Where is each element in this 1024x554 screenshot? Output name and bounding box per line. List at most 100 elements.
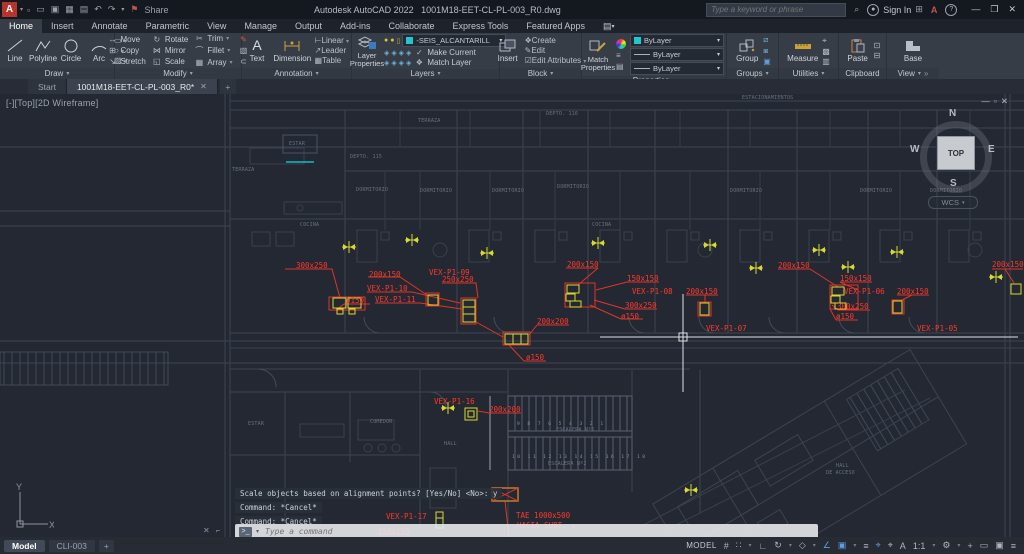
id-point-icon[interactable]: ▥ [822,57,830,66]
model-space-indicator[interactable]: MODEL [686,541,716,550]
wcs-dropdown[interactable]: WCS▾ [928,196,978,209]
command-bar-grip[interactable]: ✕ ⌐ [203,526,220,535]
color-wheel-icon[interactable] [616,39,626,49]
layer-dropdown[interactable]: -SEIS_ALCANTARILL ▾ [402,34,506,47]
block-panel-footer[interactable]: Block▾ [500,68,581,79]
groups-panel-footer[interactable]: Groups▾ [727,68,778,79]
new-layout-button[interactable]: + [99,540,114,552]
circle-tool[interactable]: Circle [58,37,84,63]
viewcube-south[interactable]: S [950,178,957,189]
array-tool[interactable]: ▦Array ▾ [194,58,232,67]
clipboard-panel-footer[interactable]: Clipboard [839,68,886,79]
workspace-gear-icon[interactable]: ⚙ [942,540,950,551]
help-icon[interactable]: ? [945,4,957,16]
trim-tool[interactable]: ✂Trim ▾ [194,34,232,43]
viewcube-east[interactable]: E [988,144,995,155]
undo-icon[interactable]: ↶ [94,4,102,15]
search-input[interactable] [706,3,846,17]
viewcube[interactable]: N W E S TOP WCS▾ [912,110,996,210]
isolate-objects-icon[interactable]: ▭ [980,540,989,551]
restore-icon[interactable]: ❐ [990,4,998,15]
stretch-tool[interactable]: ↘Stretch [107,57,145,66]
layer-freeze-icon[interactable]: ● [390,37,394,44]
dimension-tool[interactable]: Dimension [275,37,310,63]
copy-clip-icon[interactable]: ⊡ [874,41,881,50]
line-tool[interactable]: Line [2,37,28,63]
viewport-view-control[interactable]: [Top] [15,98,36,108]
model-space-canvas[interactable]: 9 8 7 6 5 4 3 2 1 10 11 12 13 14 15 16 1… [0,94,1024,537]
tab-featured-apps[interactable]: Featured Apps [517,19,594,33]
osnap-tracking-icon[interactable]: ∠ [823,540,831,551]
linetype-icon[interactable]: ▤ [616,62,626,71]
make-current-button[interactable]: ◈ ◈ ◈ ◈ ✓Make Current [384,48,506,57]
measure-button[interactable]: Measure [787,37,818,63]
lineweight-dropdown[interactable]: ByLayer▾ [630,48,724,61]
annotation-monitor-icon[interactable]: + [967,541,972,551]
create-block-button[interactable]: ❖Create [525,36,587,45]
tab-express-tools[interactable]: Express Tools [444,19,518,33]
layer-lock-icon[interactable]: ▯ [396,37,400,45]
open-icon[interactable]: ▭ [36,4,45,15]
tab-output[interactable]: Output [286,19,331,33]
move-tool[interactable]: ↔Move [107,35,145,44]
lineweight-icon[interactable]: ≡ [616,51,626,60]
model-tab[interactable]: Model [4,540,45,552]
command-close-icon[interactable]: ✕ [203,526,210,535]
tab-annotate[interactable]: Annotate [83,19,137,33]
save-icon[interactable]: ▣ [51,4,60,15]
linetype-dropdown[interactable]: ByLayer▾ [630,62,724,75]
rotate-tool[interactable]: ↻Rotate [152,35,189,44]
annotation-icon[interactable]: A [900,541,906,551]
tab-collaborate[interactable]: Collaborate [380,19,444,33]
viewport-visual-style-control[interactable]: [2D Wireframe] [35,98,98,108]
draw-panel-footer[interactable]: Draw▾ [0,68,114,79]
layer-properties-button[interactable]: Layer Properties [354,34,380,68]
table-tool[interactable]: ▦Table [315,56,349,65]
tab-manage[interactable]: Manage [235,19,286,33]
plot-icon[interactable]: ▤ [80,4,89,15]
layout-tab-cli-003[interactable]: CLI-003 [49,540,95,552]
edit-attributes-button[interactable]: ☑Edit Attributes ▾ [525,56,587,65]
grid-toggle-icon[interactable]: # [724,541,729,551]
tab-addins[interactable]: Add-ins [331,19,380,33]
layer-on-icon[interactable]: ● [384,37,388,44]
edit-block-button[interactable]: ✎Edit [525,46,587,55]
viewcube-north[interactable]: N [949,108,956,119]
viewport-minus-control[interactable]: [-] [6,98,15,108]
match-layer-button[interactable]: ◈ ◈ ◈ ◈ ❖Match Layer [384,58,506,67]
start-tab[interactable]: Start [28,79,67,94]
text-tool[interactable]: A Text [244,37,270,63]
annotation-visibility-icon[interactable]: ⌖ [876,540,881,551]
search-icon[interactable]: ⌕ [854,4,859,15]
quick-select-icon[interactable]: ⌖ [822,36,830,46]
paste-button[interactable]: Paste [845,37,871,63]
utilities-panel-footer[interactable]: Utilities▾ [779,68,838,79]
minimize-icon[interactable]: — [971,4,980,15]
ungroup-icon[interactable]: ⧄ [763,35,771,45]
command-bar[interactable]: >_ ▾ [235,524,818,537]
view-panel-footer[interactable]: View▾» [887,68,939,79]
group-select-icon[interactable]: ▣ [763,57,771,66]
app-menu-chevron-icon[interactable]: ▾ [20,6,23,13]
share-button[interactable]: Share [144,5,168,15]
annotation-scale-control[interactable]: 1:1 [913,541,926,551]
osnap-icon[interactable]: ▣ [838,540,847,551]
annotation-panel-footer[interactable]: Annotation▾ [242,68,351,79]
copy-tool[interactable]: ⊞Copy [107,46,145,55]
tab-home[interactable]: Home [0,19,42,33]
command-customize-icon[interactable]: ⌐ [216,526,221,535]
command-recent-chevron-icon[interactable]: ▾ [256,528,259,535]
fillet-tool[interactable]: ⌒Fillet ▾ [194,45,232,56]
linear-dimension-tool[interactable]: ⊢Linear ▾ [315,36,349,45]
viewcube-top-face[interactable]: TOP [937,136,975,170]
viewport-controls[interactable]: [-][Top][2D Wireframe] [6,98,98,108]
drawing-minimize-icon[interactable]: — [981,96,994,106]
snap-toggle-icon[interactable]: ∷ [736,540,742,551]
saveas-icon[interactable]: ▦ [65,4,74,15]
cut-clip-icon[interactable]: ⊟ [874,51,881,60]
group-edit-icon[interactable]: ⧆ [763,46,771,56]
new-icon[interactable]: ▫ [27,5,30,15]
drawing-close-icon[interactable]: ✕ [1001,96,1012,106]
tab-insert[interactable]: Insert [42,19,83,33]
polar-tracking-icon[interactable]: ↻ [774,540,782,551]
